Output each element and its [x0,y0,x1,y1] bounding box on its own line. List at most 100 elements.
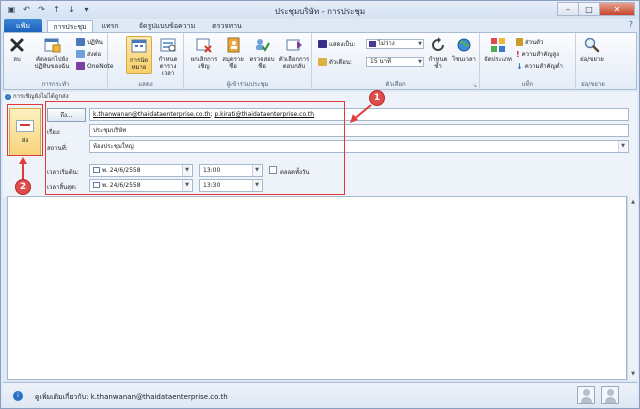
scroll-up-icon[interactable]: ▲ [629,198,637,206]
low-importance-button[interactable]: ↓ ความสำคัญต่ำ [516,61,563,71]
recurrence-button[interactable]: กำหนดซ้ำ [426,36,450,70]
appointment-button[interactable]: การนัดหมาย [126,36,152,74]
high-importance-label: ความสำคัญสูง [521,51,560,58]
zoom-button[interactable]: ย่อ/ขยาย [578,36,606,63]
group-tags: จัดประเภท ส่วนตัว ! ความสำคัญสูง ↓ ความส… [480,33,576,90]
chevron-down-icon: ▼ [418,41,422,47]
group-attendees: ยกเลิกการเชิญ สมุดรายชื่อ ตรวจสอบชื่อ ตั… [184,33,312,90]
recurrence-label: กำหนดซ้ำ [428,56,448,70]
low-importance-label: ความสำคัญต่ำ [524,63,563,70]
annotation-marker-2: 2 [15,179,31,195]
avatar[interactable] [577,386,595,404]
message-body-editor[interactable] [7,196,627,380]
arrow-down-icon: ↓ [516,61,523,71]
show-as-value: ไม่ว่าง [378,40,395,47]
response-options-icon [284,36,304,54]
people-pane-text[interactable]: ดูเพิ่มเติมเกี่ยวกับ: k.thanwanan@thaida… [35,392,228,403]
chevron-down-icon[interactable]: ▼ [618,141,627,152]
categorize-icon [488,36,508,54]
recurrence-icon [428,36,448,54]
group-zoom-label: ย่อ/ขยาย [581,81,605,88]
exclamation-icon: ! [516,49,520,59]
onenote-icon [76,62,85,70]
address-book-label: สมุดรายชื่อ [222,56,244,70]
private-label: ส่วนตัว [525,39,544,46]
check-names-icon [252,36,272,54]
vertical-scrollbar[interactable]: ▲ ▼ [627,196,638,380]
avatar[interactable] [601,386,619,404]
group-tags-label: แท็ก [521,81,534,88]
group-actions-label: การกระทำ [41,81,70,88]
response-options-button[interactable]: ตัวเลือกการตอบกลับ [278,36,310,70]
ribbon: ลบ คัดลอกไปยังปฏิทินของฉัน ปฏิทิน ส่งต่อ… [3,32,637,90]
close-button[interactable]: ✕ [599,2,635,16]
info-icon: i [5,94,11,100]
time-zones-button[interactable]: โซนเวลา [452,36,476,63]
address-book-button[interactable]: สมุดรายชื่อ [220,36,246,70]
outlook-meeting-window: ▣ ↶ ↷ ↑ ↓ ▾ ประชุมบริษัท - การประชุม – □… [0,0,640,409]
copy-to-calendar-button[interactable]: คัดลอกไปยังปฏิทินของฉัน [30,36,74,70]
calendar-button[interactable]: ปฏิทิน [76,37,103,47]
scroll-down-icon[interactable]: ▼ [629,370,637,378]
cancel-invitation-label: ยกเลิกการเชิญ [190,56,218,70]
title-bar: ▣ ↶ ↷ ↑ ↓ ▾ ประชุมบริษัท - การประชุม – □… [1,1,639,19]
forward-icon [76,50,85,58]
show-as-label-wrap: แสดงเป็น: [318,39,355,49]
maximize-button[interactable]: □ [578,2,600,16]
group-show-label: แสดง [138,81,153,88]
info-bar-text: การเชิญยังไม่ได้ถูกส่ง [13,93,69,100]
show-as-dropdown[interactable]: ไม่ว่าง ▼ [366,39,424,49]
appointment-label: การนัดหมาย [129,57,149,71]
scheduling-button[interactable]: กำหนดตารางเวลา [154,36,182,77]
appointment-icon [129,37,149,55]
forward-button[interactable]: ส่งต่อ [76,49,101,59]
calendar-label: ปฏิทิน [87,39,103,46]
show-as-icon [318,40,327,48]
help-icon[interactable]: ? [629,20,633,29]
zoom-label: ย่อ/ขยาย [580,56,604,63]
cancel-invitation-icon [194,36,214,54]
group-attendees-label: ผู้เข้าร่วมประชุม [226,81,269,88]
ribbon-tabs: แฟ้ม การประชุม แทรก จัดรูปแบบข้อความ ตรว… [1,19,639,33]
group-options: แสดงเป็น: ไม่ว่าง ▼ ตัวเตือน: 15 นาที ▼ … [312,33,480,90]
annotation-box-fields [45,101,345,195]
tab-file[interactable]: แฟ้ม [4,19,42,33]
reminder-dropdown[interactable]: 15 นาที ▼ [366,57,424,67]
reminder-label-wrap: ตัวเตือน: [318,57,352,67]
response-options-label: ตัวเลือกการตอบกลับ [278,56,310,70]
lock-icon [516,38,523,46]
scheduling-label: กำหนดตารางเวลา [158,56,178,77]
annotation-marker-1: 1 [369,90,385,106]
reminder-label: ตัวเตือน: [329,59,352,66]
delete-icon [7,36,27,54]
group-show: การนัดหมาย กำหนดตารางเวลา แสดง [108,33,184,90]
check-names-label: ตรวจสอบชื่อ [249,56,275,70]
check-names-button[interactable]: ตรวจสอบชื่อ [248,36,276,70]
scheduling-icon [158,36,178,54]
calendar-icon [76,38,85,46]
forward-label: ส่งต่อ [87,51,102,58]
info-icon: i [13,391,23,401]
group-options-label: ตัวเลือก [385,81,406,88]
busy-swatch-icon [369,41,376,47]
annotation-box-send [7,104,43,156]
time-zones-label: โซนเวลา [452,56,476,63]
minimize-button[interactable]: – [557,2,579,16]
show-as-label: แสดงเป็น: [329,41,356,48]
calendar-copy-icon [42,36,62,54]
reminder-value: 15 นาที [370,58,391,65]
magnifier-icon [582,36,602,54]
delete-label: ลบ [13,56,21,63]
cancel-invitation-button[interactable]: ยกเลิกการเชิญ [190,36,218,70]
delete-button[interactable]: ลบ [6,36,28,63]
options-launcher-icon[interactable]: ↘ [473,83,477,89]
private-button[interactable]: ส่วนตัว [516,37,543,47]
categorize-label: จัดประเภท [484,56,512,63]
people-pane: i ดูเพิ่มเติมเกี่ยวกับ: k.thanwanan@thai… [3,382,637,408]
group-zoom: ย่อ/ขยาย ย่อ/ขยาย [576,33,636,90]
window-controls: – □ ✕ [557,2,635,16]
high-importance-button[interactable]: ! ความสำคัญสูง [516,49,559,59]
categorize-button[interactable]: จัดประเภท [484,36,512,63]
globe-icon [454,36,474,54]
chevron-down-icon: ▼ [418,59,422,65]
